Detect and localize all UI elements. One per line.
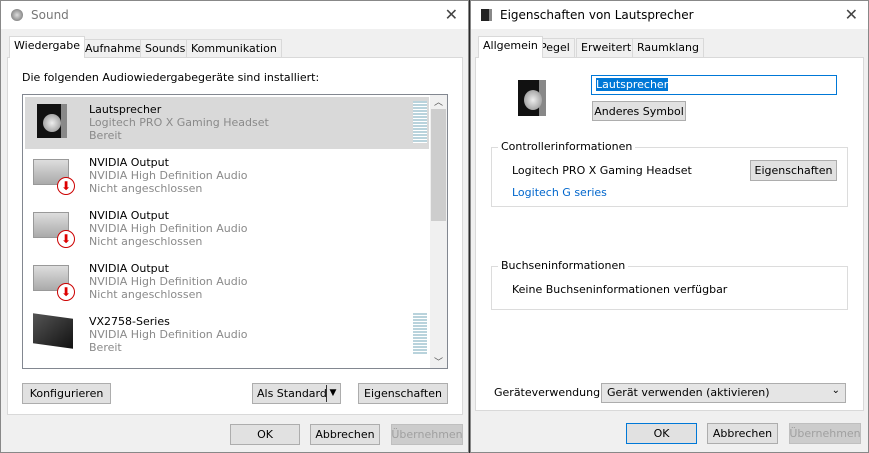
tab-aufnahme[interactable]: Aufnahme [80,39,147,58]
speaker-icon [33,102,75,142]
close-icon[interactable]: ✕ [445,5,458,24]
apply-button[interactable]: Übernehmen [391,424,463,445]
device-driver: NVIDIA High Definition Audio [89,169,248,182]
ok-button[interactable]: OK [626,423,697,444]
device-driver: NVIDIA High Definition Audio [89,328,248,341]
device-name: VX2758-Series [89,315,170,328]
list-item[interactable]: ⬇ NVIDIA Output NVIDIA High Definition A… [25,203,429,255]
ok-button[interactable]: OK [230,424,300,445]
monitor-disconnected-icon: ⬇ [33,208,75,248]
device-name: NVIDIA Output [89,262,169,275]
set-default-label: Als Standard [257,387,327,400]
properties-button[interactable]: Eigenschaften [358,383,448,404]
device-status: Nicht angeschlossen [89,288,203,301]
jack-group: Buchseninformationen Keine Buchseninform… [491,259,848,310]
device-name-input[interactable]: Lautsprecher [591,75,837,95]
volume-meter [413,313,427,355]
window-title: Eigenschaften von Lautsprecher [500,8,694,22]
title-bar: Eigenschaften von Lautsprecher ✕ [471,1,868,29]
device-driver: Logitech PRO X Gaming Headset [89,116,269,129]
usage-select[interactable]: Gerät verwenden (aktivieren) ⌄ [601,383,846,403]
jack-info: Keine Buchseninformationen verfügbar [512,283,728,296]
usage-value: Gerät verwenden (aktivieren) [607,386,770,399]
close-icon[interactable]: ✕ [845,5,858,24]
list-item[interactable]: ⬇ NVIDIA Output NVIDIA High Definition A… [25,256,429,308]
usage-label: Geräteverwendung: [494,386,604,399]
volume-meter [413,101,427,143]
scrollbar[interactable]: ︿ ﹀ [430,95,447,368]
device-name: Lautsprecher [89,103,162,116]
device-name: NVIDIA Output [89,156,169,169]
cancel-button[interactable]: Abbrechen [707,423,778,444]
properties-window: Eigenschaften von Lautsprecher ✕ Allgeme… [470,0,869,453]
tab-erweitert[interactable]: Erweitert [576,38,637,57]
monitor-icon [33,313,75,354]
device-driver: NVIDIA High Definition Audio [89,222,248,235]
device-status: Bereit [89,341,122,354]
tab-sounds[interactable]: Sounds [140,39,191,58]
group-label: Buchseninformationen [498,259,629,272]
list-item[interactable]: ⬇ NVIDIA Output NVIDIA High Definition A… [25,150,429,202]
controller-group: Controllerinformationen Logitech PRO X G… [491,140,848,207]
controller-name: Logitech PRO X Gaming Headset [512,164,692,177]
device-status: Nicht angeschlossen [89,235,203,248]
scroll-up-icon[interactable]: ︿ [430,95,447,109]
speaker-icon [481,9,492,21]
list-item[interactable]: VX2758-Series NVIDIA High Definition Aud… [25,309,429,361]
device-status: Bereit [89,129,122,142]
tab-panel: Die folgenden Audiowiedergabegeräte sind… [7,57,463,415]
tab-panel: Lautsprecher Anderes Symbol Controllerin… [475,57,864,411]
monitor-disconnected-icon: ⬇ [33,155,75,195]
device-list[interactable]: Lautsprecher Logitech PRO X Gaming Heads… [22,94,448,369]
device-name: NVIDIA Output [89,209,169,222]
scroll-thumb[interactable] [431,109,446,221]
tab-kommunikation[interactable]: Kommunikation [186,39,282,58]
list-item[interactable]: Lautsprecher Logitech PRO X Gaming Heads… [25,97,429,149]
device-name-value: Lautsprecher [596,78,669,91]
controller-link[interactable]: Logitech G series [512,186,607,199]
group-label: Controllerinformationen [498,140,636,153]
device-driver: NVIDIA High Definition Audio [89,275,248,288]
apply-button[interactable]: Übernehmen [789,423,861,444]
tab-allgemein[interactable]: Allgemein [478,36,543,58]
cancel-button[interactable]: Abbrechen [310,424,380,445]
configure-button[interactable]: Konfigurieren [22,383,111,404]
change-icon-button[interactable]: Anderes Symbol [592,101,686,121]
dropdown-arrow-icon[interactable]: ▼ [326,385,339,402]
tab-raumklang[interactable]: Raumklang [632,38,704,57]
tab-wiedergabe[interactable]: Wiedergabe [9,36,86,58]
title-bar: Sound ✕ [1,1,468,29]
sound-icon [11,9,23,21]
set-default-button[interactable]: Als Standard ▼ [252,383,341,404]
device-status: Nicht angeschlossen [89,182,203,195]
monitor-disconnected-icon: ⬇ [33,261,75,301]
list-heading: Die folgenden Audiowiedergabegeräte sind… [22,71,320,84]
sound-window: Sound ✕ Wiedergabe Aufnahme Sounds Kommu… [0,0,469,453]
chevron-down-icon: ⌄ [831,385,840,396]
speaker-icon [516,78,556,118]
window-title: Sound [31,8,69,22]
scroll-down-icon[interactable]: ﹀ [430,355,447,368]
controller-properties-button[interactable]: Eigenschaften [750,160,837,181]
